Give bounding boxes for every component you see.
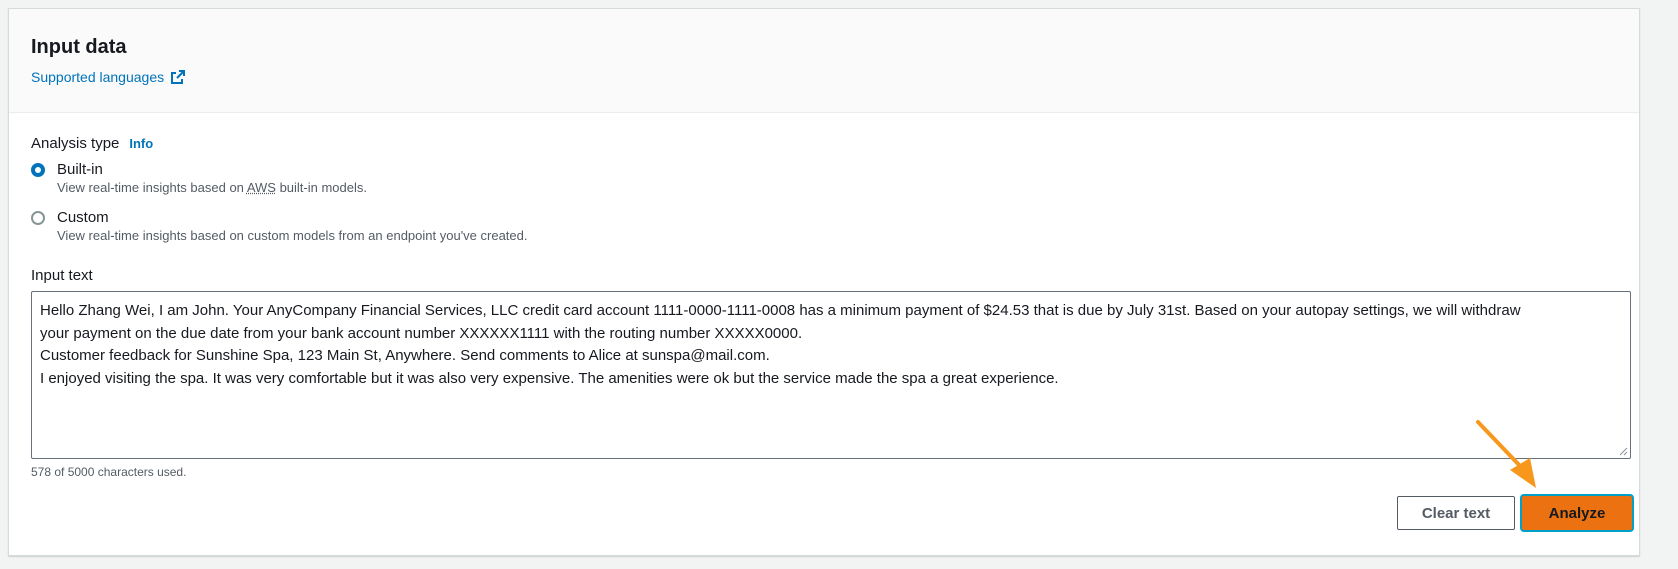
radio-label-custom: Custom (57, 209, 109, 226)
analysis-type-label-row: Analysis type Info (31, 135, 1617, 153)
radio-desc-built-in: View real-time insights based on AWS bui… (57, 179, 367, 197)
radio-desc-built-in-part1: View real-time insights based on (57, 180, 247, 195)
external-link-icon (171, 70, 186, 84)
supported-languages-label: Supported languages (31, 69, 165, 85)
radio-built-in[interactable] (31, 163, 45, 177)
input-text-label: Input text (31, 267, 93, 284)
input-text-line: Customer feedback for Sunshine Spa, 123 … (40, 347, 770, 364)
input-text-area[interactable]: Hello Zhang Wei, I am John. Your AnyComp… (31, 291, 1631, 459)
panel-header: Input data Supported languages (9, 9, 1639, 113)
radio-desc-built-in-part2: built-in models. (275, 180, 367, 195)
supported-languages-link[interactable]: Supported languages (31, 69, 186, 85)
radio-desc-custom: View real-time insights based on custom … (57, 228, 528, 243)
radio-option-built-in[interactable]: Built-in View real-time insights based o… (31, 161, 1617, 197)
radio-option-custom[interactable]: Custom View real-time insights based on … (31, 209, 1617, 245)
analyze-button[interactable]: Analyze (1522, 496, 1632, 530)
input-text-line: Hello Zhang Wei, I am John. Your AnyComp… (40, 302, 1521, 319)
radio-label-built-in: Built-in (57, 161, 103, 178)
input-data-panel: Input data Supported languages Analysis … (8, 8, 1640, 556)
aws-abbreviation: AWS (246, 180, 276, 195)
radio-custom[interactable] (31, 211, 45, 225)
info-link[interactable]: Info (129, 135, 153, 153)
panel-title: Input data (31, 36, 127, 58)
character-count: 578 of 5000 characters used. (31, 465, 187, 479)
input-text-line: your payment on the due date from your b… (40, 324, 803, 342)
analysis-type-label: Analysis type (31, 135, 120, 152)
analysis-type-radio-group: Built-in View real-time insights based o… (31, 161, 1617, 245)
clear-text-button[interactable]: Clear text (1397, 496, 1515, 530)
panel-body: Analysis type Info Built-in View real-ti… (9, 113, 1639, 479)
input-text-line: I enjoyed visiting the spa. It was very … (40, 369, 1059, 387)
resize-handle-icon[interactable] (1618, 446, 1628, 456)
action-buttons: Clear text Analyze (1397, 496, 1632, 530)
